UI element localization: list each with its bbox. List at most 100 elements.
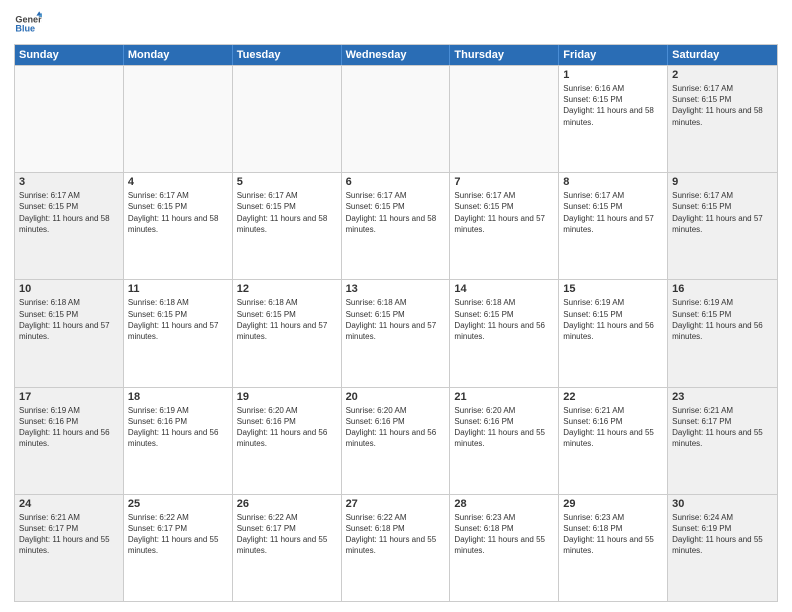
calendar-cell-29: 29Sunrise: 6:23 AM Sunset: 6:18 PM Dayli…: [559, 495, 668, 601]
day-info: Sunrise: 6:16 AM Sunset: 6:15 PM Dayligh…: [563, 83, 663, 128]
day-number: 12: [237, 283, 337, 295]
calendar-cell-13: 13Sunrise: 6:18 AM Sunset: 6:15 PM Dayli…: [342, 280, 451, 386]
day-number: 24: [19, 498, 119, 510]
day-info: Sunrise: 6:23 AM Sunset: 6:18 PM Dayligh…: [454, 512, 554, 557]
day-number: 21: [454, 391, 554, 403]
calendar-row-4: 17 Sunrise: 6:19 AM Sunset: 6:16 PM Dayli…: [15, 387, 777, 494]
day-info: Sunrise: 6:20 AM Sunset: 6:16 PM Dayligh…: [237, 405, 337, 450]
calendar-cell-19: 19 Sunrise: 6:20 AM Sunset: 6:16 PM Dayli…: [233, 388, 342, 494]
day-number: 7: [454, 176, 554, 188]
calendar-row-2: 3 Sunrise: 6:17 AM Sunset: 6:15 PM Daylig…: [15, 172, 777, 279]
day-info: Sunrise: 6:17 AM Sunset: 6:15 PM Dayligh…: [346, 190, 446, 235]
day-number: 2: [672, 69, 773, 81]
calendar-cell-17: 17 Sunrise: 6:19 AM Sunset: 6:16 PM Dayli…: [15, 388, 124, 494]
day-number: 13: [346, 283, 446, 295]
calendar-cell-8: 8 Sunrise: 6:17 AM Sunset: 6:15 PM Daylig…: [559, 173, 668, 279]
calendar-row-3: 10Sunrise: 6:18 AM Sunset: 6:15 PM Dayli…: [15, 279, 777, 386]
calendar-cell-21: 21 Sunrise: 6:20 AM Sunset: 6:16 PM Dayli…: [450, 388, 559, 494]
calendar-cell-empty: [342, 66, 451, 172]
calendar-cell-28: 28Sunrise: 6:23 AM Sunset: 6:18 PM Dayli…: [450, 495, 559, 601]
day-number: 17: [19, 391, 119, 403]
calendar-header: SundayMondayTuesdayWednesdayThursdayFrid…: [15, 45, 777, 65]
calendar-cell-26: 26 Sunrise: 6:22 AM Sunset: 6:17 PM Dayli…: [233, 495, 342, 601]
day-info: Sunrise: 6:17 AM Sunset: 6:15 PM Dayligh…: [672, 190, 773, 235]
header-day-tuesday: Tuesday: [233, 45, 342, 65]
day-info: Sunrise: 6:17 AM Sunset: 6:15 PM Dayligh…: [237, 190, 337, 235]
header-day-sunday: Sunday: [15, 45, 124, 65]
day-number: 23: [672, 391, 773, 403]
header-day-friday: Friday: [559, 45, 668, 65]
day-info: Sunrise: 6:18 AM Sunset: 6:15 PM Dayligh…: [128, 297, 228, 342]
calendar-row-5: 24 Sunrise: 6:21 AM Sunset: 6:17 PM Dayli…: [15, 494, 777, 601]
calendar-cell-empty: [15, 66, 124, 172]
calendar-cell-empty: [450, 66, 559, 172]
day-number: 6: [346, 176, 446, 188]
day-info: Sunrise: 6:17 AM Sunset: 6:15 PM Dayligh…: [128, 190, 228, 235]
calendar-cell-15: 15 Sunrise: 6:19 AM Sunset: 6:15 PM Dayli…: [559, 280, 668, 386]
day-info: Sunrise: 6:20 AM Sunset: 6:16 PM Dayligh…: [454, 405, 554, 450]
header-day-monday: Monday: [124, 45, 233, 65]
day-info: Sunrise: 6:17 AM Sunset: 6:15 PM Dayligh…: [454, 190, 554, 235]
day-number: 14: [454, 283, 554, 295]
day-info: Sunrise: 6:18 AM Sunset: 6:15 PM Dayligh…: [454, 297, 554, 342]
day-info: Sunrise: 6:21 AM Sunset: 6:16 PM Dayligh…: [563, 405, 663, 450]
day-info: Sunrise: 6:18 AM Sunset: 6:15 PM Dayligh…: [19, 297, 119, 342]
calendar-body: 1 Sunrise: 6:16 AM Sunset: 6:15 PM Daylig…: [15, 65, 777, 601]
logo: General Blue: [14, 10, 42, 38]
calendar-cell-23: 23 Sunrise: 6:21 AM Sunset: 6:17 PM Dayli…: [668, 388, 777, 494]
calendar-cell-16: 16 Sunrise: 6:19 AM Sunset: 6:15 PM Dayli…: [668, 280, 777, 386]
logo-icon: General Blue: [14, 10, 42, 38]
header-day-saturday: Saturday: [668, 45, 777, 65]
day-info: Sunrise: 6:17 AM Sunset: 6:15 PM Dayligh…: [672, 83, 773, 128]
calendar-cell-1: 1 Sunrise: 6:16 AM Sunset: 6:15 PM Daylig…: [559, 66, 668, 172]
header-day-thursday: Thursday: [450, 45, 559, 65]
day-number: 9: [672, 176, 773, 188]
page: General Blue SundayMondayTuesdayWednesda…: [0, 0, 792, 612]
calendar-cell-27: 27Sunrise: 6:22 AM Sunset: 6:18 PM Dayli…: [342, 495, 451, 601]
day-info: Sunrise: 6:22 AM Sunset: 6:18 PM Dayligh…: [346, 512, 446, 557]
day-number: 30: [672, 498, 773, 510]
day-info: Sunrise: 6:22 AM Sunset: 6:17 PM Dayligh…: [237, 512, 337, 557]
day-number: 19: [237, 391, 337, 403]
calendar-cell-18: 18 Sunrise: 6:19 AM Sunset: 6:16 PM Dayli…: [124, 388, 233, 494]
calendar-cell-14: 14 Sunrise: 6:18 AM Sunset: 6:15 PM Dayli…: [450, 280, 559, 386]
day-number: 29: [563, 498, 663, 510]
day-number: 8: [563, 176, 663, 188]
day-info: Sunrise: 6:19 AM Sunset: 6:16 PM Dayligh…: [19, 405, 119, 450]
calendar-cell-22: 22 Sunrise: 6:21 AM Sunset: 6:16 PM Dayli…: [559, 388, 668, 494]
day-number: 4: [128, 176, 228, 188]
day-number: 26: [237, 498, 337, 510]
svg-text:Blue: Blue: [15, 24, 35, 34]
calendar-cell-4: 4 Sunrise: 6:17 AM Sunset: 6:15 PM Daylig…: [124, 173, 233, 279]
day-info: Sunrise: 6:24 AM Sunset: 6:19 PM Dayligh…: [672, 512, 773, 557]
day-number: 3: [19, 176, 119, 188]
calendar-cell-2: 2 Sunrise: 6:17 AM Sunset: 6:15 PM Daylig…: [668, 66, 777, 172]
calendar-row-1: 1 Sunrise: 6:16 AM Sunset: 6:15 PM Daylig…: [15, 65, 777, 172]
day-info: Sunrise: 6:21 AM Sunset: 6:17 PM Dayligh…: [19, 512, 119, 557]
calendar-cell-12: 12 Sunrise: 6:18 AM Sunset: 6:15 PM Dayli…: [233, 280, 342, 386]
calendar-cell-20: 20Sunrise: 6:20 AM Sunset: 6:16 PM Dayli…: [342, 388, 451, 494]
day-info: Sunrise: 6:17 AM Sunset: 6:15 PM Dayligh…: [19, 190, 119, 235]
day-number: 16: [672, 283, 773, 295]
header-day-wednesday: Wednesday: [342, 45, 451, 65]
day-number: 11: [128, 283, 228, 295]
day-number: 15: [563, 283, 663, 295]
day-info: Sunrise: 6:19 AM Sunset: 6:15 PM Dayligh…: [563, 297, 663, 342]
day-number: 20: [346, 391, 446, 403]
calendar-cell-30: 30 Sunrise: 6:24 AM Sunset: 6:19 PM Dayli…: [668, 495, 777, 601]
calendar-cell-6: 6 Sunrise: 6:17 AM Sunset: 6:15 PM Daylig…: [342, 173, 451, 279]
day-info: Sunrise: 6:22 AM Sunset: 6:17 PM Dayligh…: [128, 512, 228, 557]
calendar-cell-7: 7 Sunrise: 6:17 AM Sunset: 6:15 PM Daylig…: [450, 173, 559, 279]
calendar-cell-10: 10Sunrise: 6:18 AM Sunset: 6:15 PM Dayli…: [15, 280, 124, 386]
day-info: Sunrise: 6:17 AM Sunset: 6:15 PM Dayligh…: [563, 190, 663, 235]
day-number: 1: [563, 69, 663, 81]
day-number: 22: [563, 391, 663, 403]
day-info: Sunrise: 6:18 AM Sunset: 6:15 PM Dayligh…: [237, 297, 337, 342]
calendar: SundayMondayTuesdayWednesdayThursdayFrid…: [14, 44, 778, 602]
calendar-cell-24: 24 Sunrise: 6:21 AM Sunset: 6:17 PM Dayli…: [15, 495, 124, 601]
day-number: 18: [128, 391, 228, 403]
day-info: Sunrise: 6:19 AM Sunset: 6:15 PM Dayligh…: [672, 297, 773, 342]
day-info: Sunrise: 6:19 AM Sunset: 6:16 PM Dayligh…: [128, 405, 228, 450]
calendar-cell-25: 25Sunrise: 6:22 AM Sunset: 6:17 PM Dayli…: [124, 495, 233, 601]
day-info: Sunrise: 6:21 AM Sunset: 6:17 PM Dayligh…: [672, 405, 773, 450]
